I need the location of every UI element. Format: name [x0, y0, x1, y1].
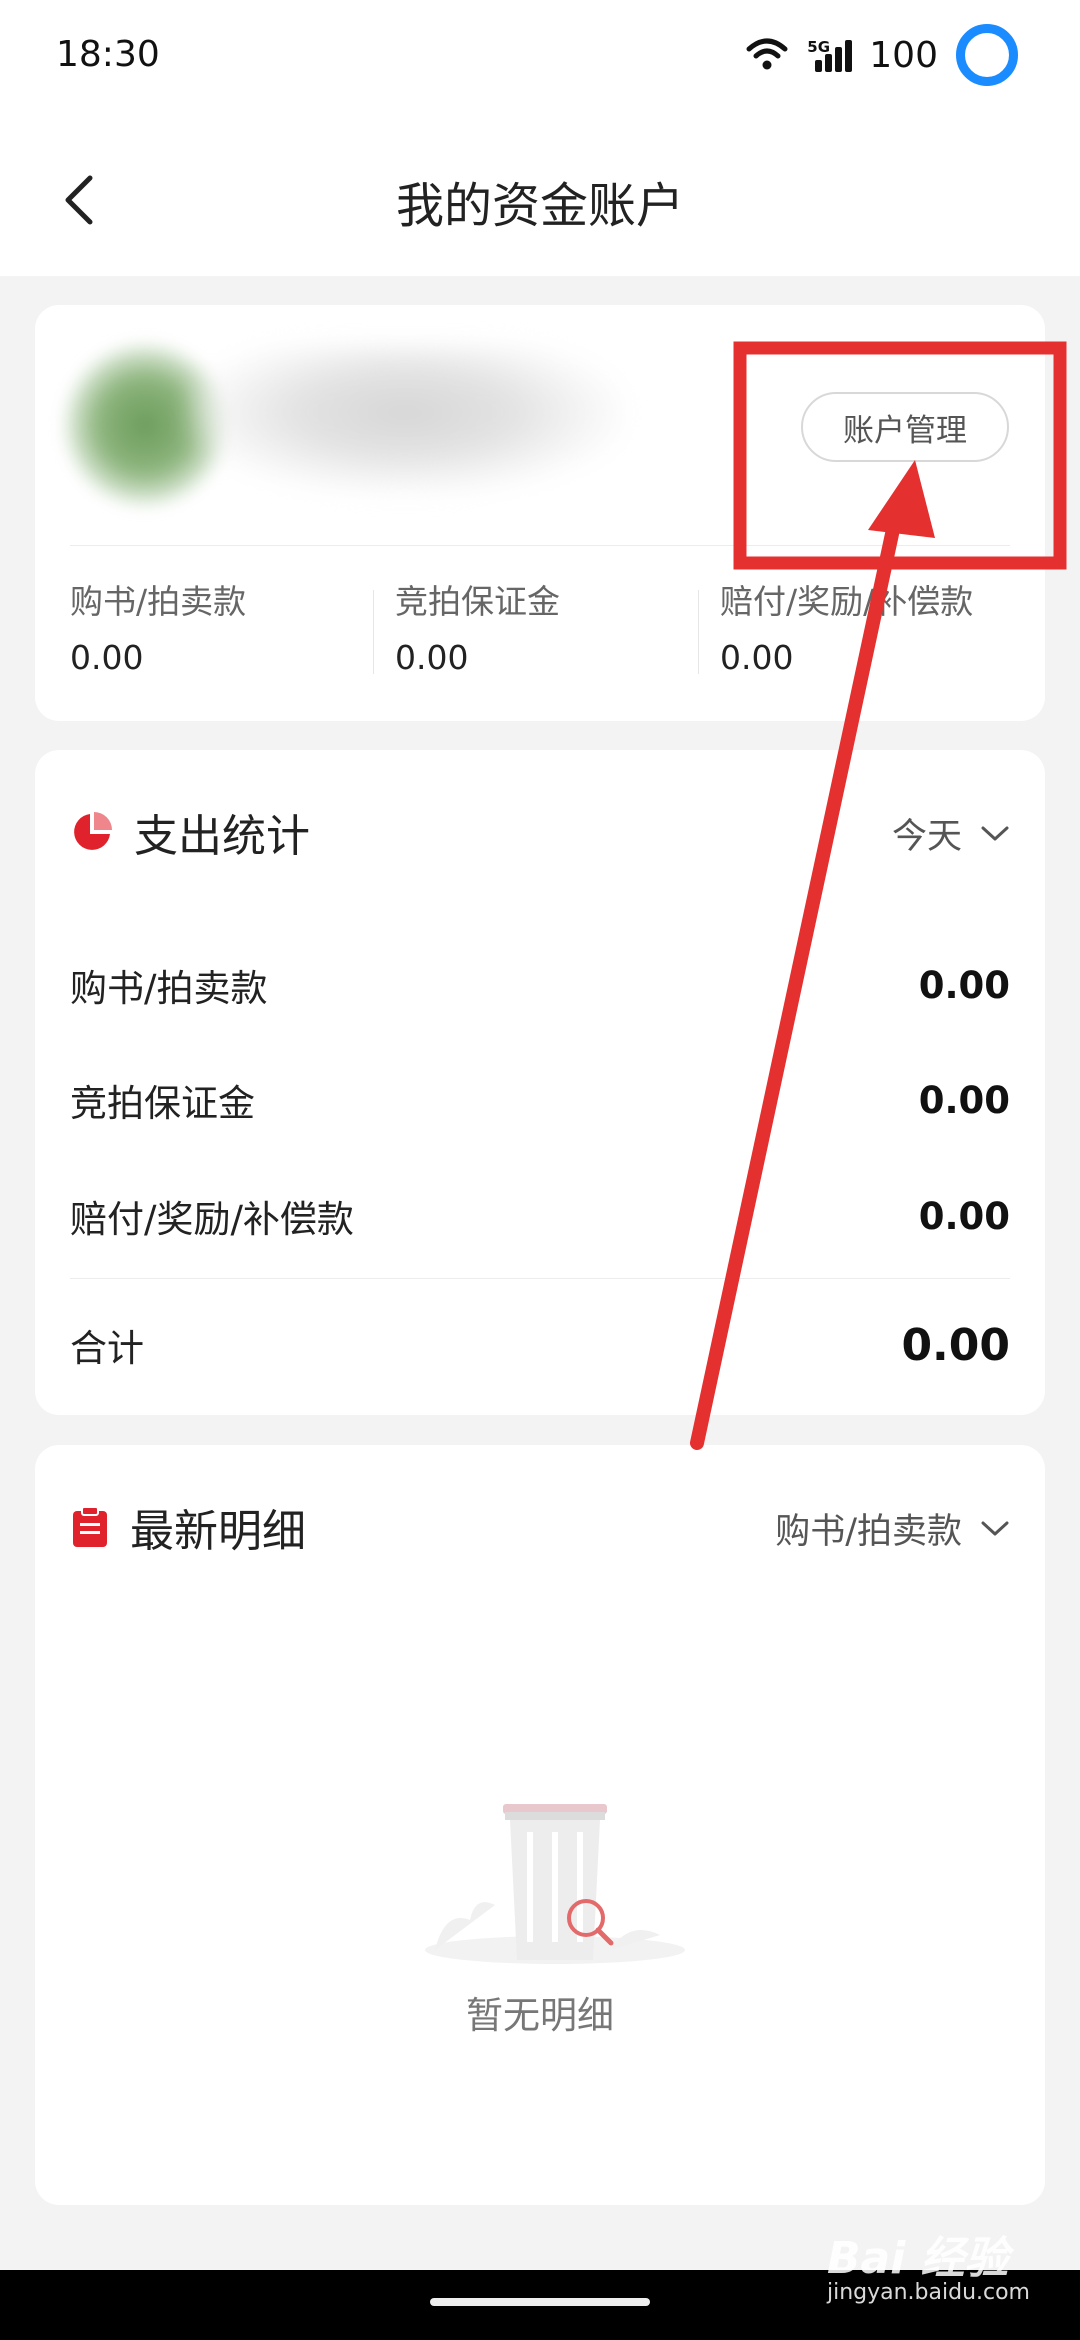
- stat-value: 0.00: [918, 1194, 1010, 1238]
- signal-icon: 5G: [807, 38, 853, 72]
- empty-trash-illustration: [425, 1804, 685, 1964]
- divider: [373, 590, 374, 674]
- status-icons: 5G 100: [745, 24, 1018, 86]
- period-label: 今天: [891, 817, 962, 857]
- balance-value: 0.00: [720, 638, 794, 677]
- divider: [698, 590, 699, 674]
- pie-chart-icon: [74, 812, 112, 850]
- section-header: 支出统计: [70, 800, 310, 864]
- latest-details-card: 最新明细 购书/拍卖款 暂无明细: [35, 1445, 1045, 2205]
- total-row: 合计 0.00: [70, 1315, 1010, 1375]
- balance-summary: 购书/拍卖款 0.00 竞拍保证金 0.00 赔付/奖励/补偿款 0.00: [70, 580, 1045, 690]
- divider: [70, 1278, 1010, 1279]
- balance-label: 赔付/奖励/补偿款: [720, 582, 974, 621]
- total-value: 0.00: [901, 1319, 1010, 1371]
- watermark-sub: jingyan.baidu.com: [826, 2280, 1030, 2305]
- battery-ring-icon: [956, 24, 1018, 86]
- status-time: 18:30: [56, 34, 160, 75]
- section-title: 支出统计: [134, 811, 310, 862]
- chevron-down-icon: [981, 826, 1009, 840]
- balance-item: 竞拍保证金 0.00: [373, 580, 720, 690]
- detail-filter-dropdown[interactable]: 购书/拍卖款: [775, 1503, 1010, 1554]
- watermark-text: Bai 经验: [826, 2233, 1009, 2284]
- stat-row: 赔付/奖励/补偿款 0.00: [70, 1186, 1010, 1246]
- stat-value: 0.00: [918, 1078, 1010, 1122]
- stat-value: 0.00: [918, 963, 1010, 1007]
- status-bar: 18:30 5G 100: [0, 0, 1080, 120]
- stat-label: 购书/拍卖款: [70, 967, 268, 1010]
- divider: [70, 545, 1010, 546]
- stat-row: 竞拍保证金 0.00: [70, 1070, 1010, 1130]
- stat-row: 购书/拍卖款 0.00: [70, 955, 1010, 1015]
- wifi-icon: [746, 38, 788, 70]
- balance-label: 购书/拍卖款: [70, 582, 247, 621]
- expense-stats-card: 支出统计 今天 购书/拍卖款 0.00 竞拍保证金 0.00 赔付/奖励/补偿款…: [35, 750, 1045, 1415]
- clipboard-icon: [73, 1506, 107, 1547]
- account-manage-button[interactable]: 账户管理: [801, 392, 1009, 462]
- balance-label: 竞拍保证金: [395, 582, 560, 621]
- watermark-logo: Bai 经验 jingyan.baidu.com: [827, 2222, 1030, 2305]
- balance-item: 购书/拍卖款 0.00: [70, 580, 395, 690]
- navigation-bar: 我的资金账户: [0, 120, 1080, 276]
- stat-label: 竞拍保证金: [70, 1082, 255, 1125]
- home-indicator[interactable]: [430, 2298, 650, 2306]
- section-title: 最新明细: [130, 1506, 306, 1557]
- empty-state-text: 暂无明细: [466, 1994, 614, 2037]
- account-card: 账户管理 购书/拍卖款 0.00 竞拍保证金 0.00 赔付/奖励/补偿款 0.…: [35, 305, 1045, 721]
- blurred-username: [185, 345, 625, 495]
- battery-level: 100: [869, 34, 938, 76]
- balance-value: 0.00: [395, 638, 469, 677]
- stat-label: 赔付/奖励/补偿款: [70, 1198, 354, 1241]
- page-title: 我的资金账户: [395, 178, 684, 234]
- section-header: 最新明细: [70, 1495, 306, 1559]
- filter-label: 购书/拍卖款: [775, 1512, 962, 1552]
- balance-item: 赔付/奖励/补偿款 0.00: [698, 580, 1045, 690]
- period-dropdown[interactable]: 今天: [892, 808, 1010, 859]
- balance-value: 0.00: [70, 638, 144, 677]
- chevron-down-icon: [981, 1521, 1009, 1535]
- total-label: 合计: [70, 1327, 144, 1370]
